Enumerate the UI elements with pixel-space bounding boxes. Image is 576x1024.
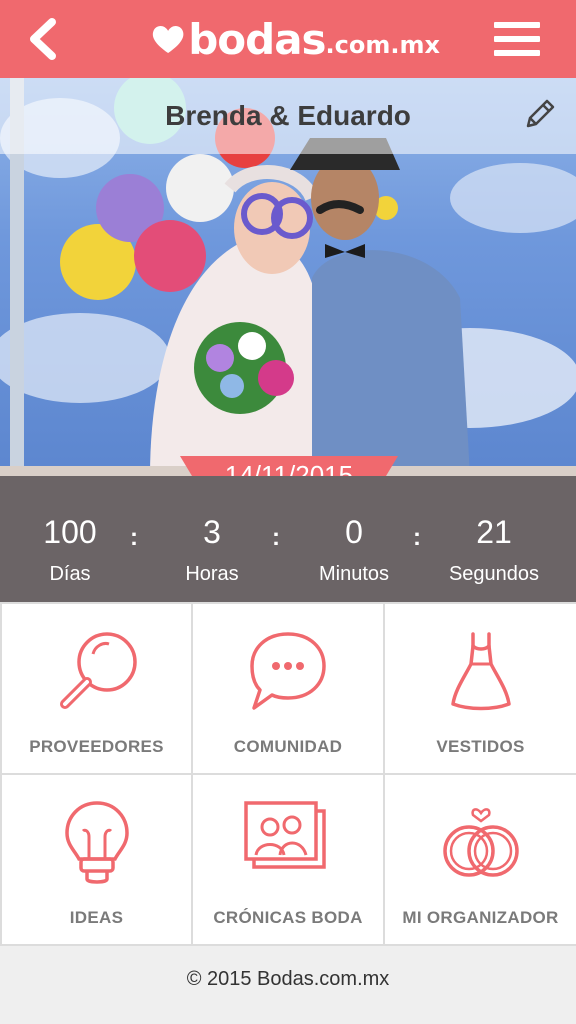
photos-icon [244, 801, 326, 869]
tile-vestidos[interactable]: VESTIDOS [385, 604, 576, 773]
tile-ideas[interactable]: IDEAS [2, 775, 191, 944]
speech-bubble-icon [250, 632, 326, 710]
app-header: bodas .com.mx [0, 0, 576, 78]
countdown-minutes: 0 Minutos [284, 514, 424, 586]
menu-grid: PROVEEDORES COMUNIDAD VESTIDOS IDEAS CRÓ… [0, 602, 576, 946]
logo-brand: bodas [188, 14, 326, 64]
countdown-value: 3 [203, 514, 221, 550]
bodas-logo[interactable]: bodas .com.mx [150, 8, 440, 70]
countdown-label: Minutos [318, 563, 390, 585]
tile-mi-organizador[interactable]: MI ORGANIZADOR [385, 775, 576, 944]
back-button[interactable] [22, 14, 68, 64]
tile-cronicas-boda[interactable]: CRÓNICAS BODA [193, 775, 383, 944]
lightbulb-icon [64, 801, 129, 884]
rings-icon [442, 808, 519, 877]
logo-tld: .com.mx [325, 31, 440, 59]
countdown-value: 0 [345, 514, 363, 550]
countdown: 100 Días : 3 Horas : 0 Minutos : 21 Segu… [0, 476, 576, 602]
tile-comunidad[interactable]: COMUNIDAD [193, 604, 383, 773]
footer: © 2015 Bodas.com.mx [0, 946, 576, 1024]
tile-proveedores[interactable]: PROVEEDORES [2, 604, 191, 773]
heart-logo-icon [152, 25, 184, 54]
countdown-seconds: 21 Segundos [424, 514, 564, 586]
couple-photo: Brenda & Eduardo [0, 78, 576, 476]
dress-icon [450, 632, 511, 711]
countdown-value: 100 [43, 514, 97, 550]
countdown-separator: : [130, 524, 138, 551]
countdown-value: 21 [476, 514, 512, 550]
countdown-separator: : [413, 524, 421, 551]
tile-label: IDEAS [69, 908, 124, 927]
countdown-label: Días [49, 563, 91, 585]
countdown-label: Horas [185, 563, 239, 585]
countdown-hours: 3 Horas [142, 514, 282, 586]
copyright-text: © 2015 Bodas.com.mx [186, 968, 390, 990]
magnifier-icon [59, 632, 137, 709]
countdown-label: Segundos [448, 563, 540, 585]
couple-name: Brenda & Eduardo [165, 100, 411, 131]
tile-label: PROVEEDORES [29, 737, 164, 756]
tile-label: CRÓNICAS BODA [213, 908, 363, 927]
menu-button[interactable] [492, 20, 542, 60]
chevron-left-icon [30, 18, 56, 60]
tile-label: COMUNIDAD [233, 737, 343, 756]
pencil-icon [526, 99, 555, 128]
countdown-days: 100 Días [0, 514, 140, 586]
hamburger-menu-icon [494, 22, 540, 56]
tile-label: MI ORGANIZADOR [402, 908, 559, 927]
edit-button[interactable] [522, 96, 558, 132]
tile-label: VESTIDOS [436, 737, 525, 756]
countdown-separator: : [272, 524, 280, 551]
